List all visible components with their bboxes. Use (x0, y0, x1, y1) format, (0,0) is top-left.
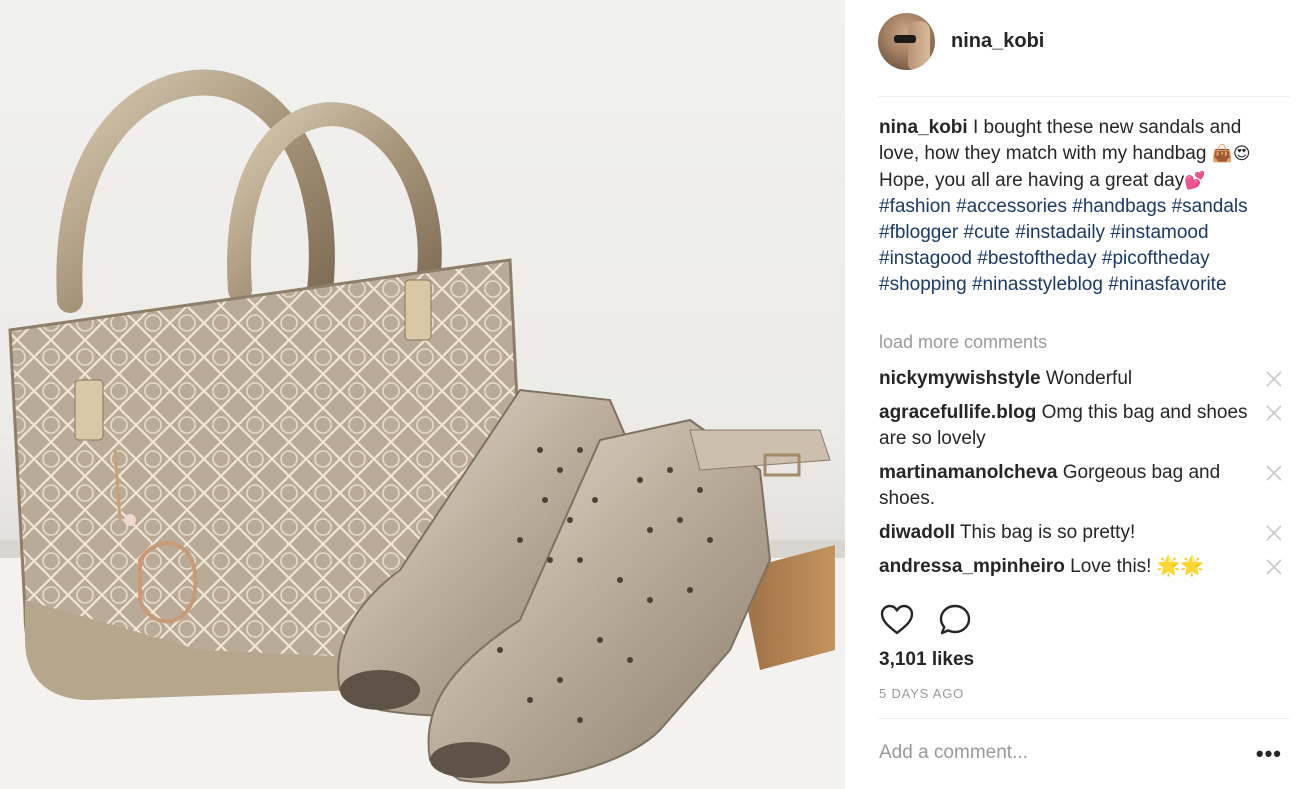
caption-emoji-1: 👜😍 (1211, 143, 1251, 164)
comment-item: nickymywishstyle Wonderful (879, 366, 1291, 392)
heart-icon[interactable] (879, 602, 915, 638)
post-actions (879, 602, 973, 638)
comment-text: Wonderful (1040, 368, 1133, 389)
comment-username[interactable]: andressa_mpinheiro (879, 556, 1065, 577)
caption-hashtags[interactable]: #fashion #accessories #handbags #sandals… (879, 196, 1248, 294)
add-comment-input[interactable] (879, 736, 1239, 770)
comments-list: nickymywishstyle Wonderful agracefullife… (879, 366, 1291, 588)
comment-item: agracefullife.blog Omg this bag and shoe… (879, 400, 1291, 452)
avatar[interactable] (878, 12, 935, 70)
post-header: nina_kobi (878, 12, 1290, 70)
load-more-comments-link[interactable]: load more comments (879, 332, 1047, 353)
avatar-hair (908, 20, 930, 69)
comment-username[interactable]: diwadoll (879, 522, 955, 543)
close-icon[interactable] (1263, 462, 1285, 484)
comment-bubble-icon[interactable] (937, 602, 973, 638)
author-username[interactable]: nina_kobi (951, 30, 1044, 53)
comment-username[interactable]: martinamanolcheva (879, 462, 1057, 483)
close-icon[interactable] (1263, 402, 1285, 424)
comment-item: andressa_mpinheiro Love this! 🌟🌟 (879, 554, 1291, 580)
more-options-icon[interactable]: ••• (1256, 741, 1282, 767)
post-photo[interactable] (0, 0, 845, 789)
comment-item: diwadoll This bag is so pretty! (879, 520, 1291, 546)
comment-username[interactable]: agracefullife.blog (879, 402, 1036, 423)
comment-text: Love this! 🌟🌟 (1064, 556, 1205, 577)
close-icon[interactable] (1263, 522, 1285, 544)
photo-illustration (0, 69, 845, 789)
close-icon[interactable] (1263, 556, 1285, 578)
caption-text-2: Hope, you all are having a great day (879, 169, 1185, 191)
comment-item: martinamanolcheva Gorgeous bag and shoes… (879, 460, 1291, 512)
header-divider (878, 96, 1290, 97)
comment-username[interactable]: nickymywishstyle (879, 368, 1041, 389)
caption-author[interactable]: nina_kobi (879, 117, 968, 138)
avatar-sunglasses (894, 34, 916, 43)
close-icon[interactable] (1263, 368, 1285, 390)
post-caption: nina_kobi I bought these new sandals and… (879, 115, 1279, 298)
post-side-panel: nina_kobi nina_kobi I bought these new s… (845, 0, 1300, 789)
likes-count[interactable]: 3,101 likes (879, 649, 974, 671)
post-timestamp: 5 DAYS AGO (879, 686, 965, 701)
comment-text: This bag is so pretty! (955, 522, 1136, 543)
caption-emoji-2: 💕 (1184, 170, 1206, 191)
comment-divider (878, 718, 1290, 719)
